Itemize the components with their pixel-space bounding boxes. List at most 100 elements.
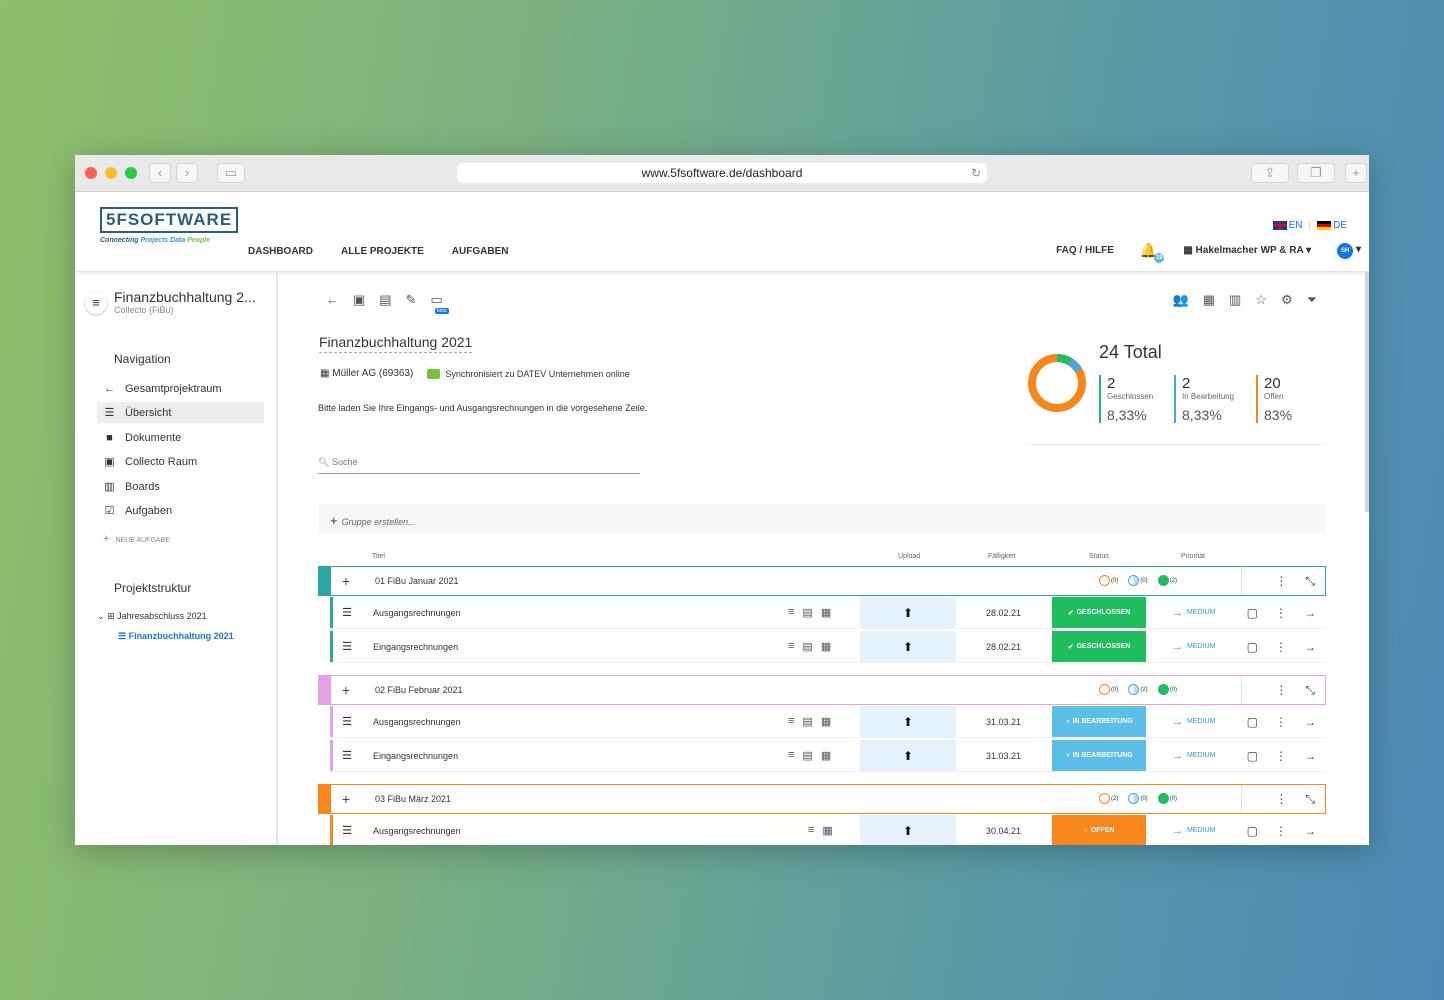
status-badge[interactable]: ◑ IN BEARBEITUNG (1052, 706, 1146, 737)
maximize-window-button[interactable] (125, 167, 137, 179)
sidebar-item-dokumente[interactable]: ■ Dokumente (97, 427, 264, 448)
sidebar-item-collecto-raum[interactable]: ▣ Collecto Raum (97, 451, 264, 472)
hamburger-menu-icon[interactable]: ≡ (85, 292, 107, 314)
company-dropdown[interactable]: ▦ Hakelmacher WP & RA ▾ (1183, 245, 1311, 256)
status-badge[interactable]: ✔ GESCHLOSSEN (1052, 631, 1146, 662)
task-row[interactable]: ☰ Eingangsrechnungen ≡ ▤ ▦ ⬆ 31.03.21 ◑ IN … (330, 740, 1326, 772)
new-task-button[interactable]: + NEUE AUFGABE (103, 533, 170, 545)
faq-link[interactable]: FAQ / HILFE (1056, 245, 1114, 256)
more-vert-icon[interactable]: ⋮ (1275, 715, 1287, 729)
description-icon[interactable]: ≡ (788, 606, 794, 619)
project-title[interactable]: Finanzbuchhaltung 2021 (319, 334, 473, 353)
star-icon[interactable]: ☆ (1255, 292, 1267, 308)
sidebar-item-aufgaben[interactable]: ☑ Aufgaben (97, 500, 264, 521)
room-icon[interactable]: ▣ (353, 292, 365, 308)
open-arrow-icon[interactable]: → (1304, 715, 1316, 729)
user-menu[interactable]: SH ▾ (1337, 242, 1361, 259)
priority[interactable]: → MEDIUM (1172, 825, 1215, 837)
collapse-icon[interactable]: ⤡ (1305, 683, 1315, 698)
collapse-icon[interactable]: ⤡ (1305, 792, 1315, 807)
group-name[interactable]: 02 FiBu Februar 2021 (361, 685, 1325, 695)
calendar-icon[interactable]: ▦ (822, 824, 832, 837)
more-vert-icon[interactable]: ⋮ (1275, 792, 1287, 807)
upload-button[interactable]: ⬆ (860, 740, 956, 771)
task-name[interactable]: Eingangsrechnungen (373, 751, 458, 761)
comment-icon[interactable]: ▢ (1247, 824, 1258, 838)
lang-en[interactable]: EN (1272, 220, 1302, 231)
archive-icon[interactable]: ▥ (1229, 292, 1241, 308)
description-icon[interactable]: ≡ (788, 749, 794, 762)
task-row[interactable]: ☰ Ausgangsrechnungen ≡ ▦ ⬆ 30.04.21 ○ OFFE… (330, 815, 1326, 845)
status-badge[interactable]: ○ OFFEN (1052, 815, 1146, 845)
add-task-icon[interactable]: + (331, 682, 361, 698)
comment-icon[interactable]: ▢ (1247, 749, 1258, 763)
more-vert-icon[interactable]: ⋮ (1275, 606, 1287, 620)
forward-icon[interactable]: › (176, 163, 198, 183)
reload-icon[interactable]: ↻ (971, 163, 981, 183)
description-icon[interactable]: ≡ (788, 715, 794, 728)
priority[interactable]: → MEDIUM (1172, 607, 1215, 619)
calendar-icon[interactable]: ▦ (821, 715, 831, 728)
add-task-icon[interactable]: + (331, 791, 361, 807)
tree-item-parent[interactable]: ⌄ ⊞ Jahresabschluss 2021 (97, 611, 207, 622)
gear-icon[interactable]: ⚙ (1281, 292, 1293, 308)
status-badge[interactable]: ◑ IN BEARBEITUNG (1052, 740, 1146, 771)
sidebar-item-uebersicht[interactable]: ☰ Übersicht (97, 402, 264, 423)
upload-button[interactable]: ⬆ (860, 597, 956, 628)
document-icon[interactable]: ▤ (802, 606, 812, 619)
page-scrollbar[interactable] (1365, 272, 1369, 512)
tabs-icon[interactable]: ❐ (1297, 163, 1335, 183)
logo[interactable]: 5FSOFTWARE Connecting Projects Data Peop… (100, 207, 239, 244)
open-arrow-icon[interactable]: → (1304, 749, 1316, 763)
task-row[interactable]: ☰ Ausgangsrechnungen ≡ ▤ ▦ ⬆ 31.03.21 ◑ IN … (330, 706, 1326, 738)
priority[interactable]: → MEDIUM (1172, 750, 1215, 762)
more-vert-icon[interactable]: ⋮ (1275, 749, 1287, 763)
open-arrow-icon[interactable]: → (1304, 824, 1316, 838)
client-name[interactable]: ▦ Müller AG (69363) (320, 368, 413, 379)
task-row[interactable]: ☰ Eingangsrechnungen ≡ ▤ ▦ ⬆ 28.02.21 ✔ GES… (330, 631, 1326, 663)
status-badge[interactable]: ✔ GESCHLOSSEN (1052, 597, 1146, 628)
calendar-icon[interactable]: ▦ (821, 606, 831, 619)
collapse-icon[interactable]: ⤡ (1305, 574, 1315, 589)
priority[interactable]: → MEDIUM (1172, 716, 1215, 728)
sidebar-toggle-icon[interactable]: ▭ (217, 163, 245, 183)
add-member-icon[interactable]: 👥 (1173, 292, 1189, 308)
tree-item-child[interactable]: ☰ Finanzbuchhaltung 2021 (118, 631, 234, 642)
group-name[interactable]: 01 FiBu Januar 2021 (361, 576, 1325, 586)
more-vert-icon[interactable]: ⋮ (1275, 824, 1287, 838)
document-icon[interactable]: ▤ (802, 749, 812, 762)
priority[interactable]: → MEDIUM (1172, 641, 1215, 653)
documents-icon[interactable]: ▤ (379, 292, 391, 308)
more-vert-icon[interactable]: ⋮ (1275, 683, 1287, 698)
nav-alle-projekte[interactable]: ALLE PROJEKTE (341, 246, 424, 257)
description-icon[interactable]: ≡ (788, 640, 794, 653)
search-input[interactable]: 🔍︎ Suche (318, 457, 640, 474)
group-name[interactable]: 03 FiBu März 2021 (361, 794, 1325, 804)
sidebar-item-gesamtprojektraum[interactable]: ← Gesamtprojektraum (97, 378, 264, 399)
comment-icon[interactable]: ▢ (1247, 606, 1258, 620)
comment-icon[interactable]: ▢ (1247, 640, 1258, 654)
filter-icon[interactable]: ⏷ (1307, 292, 1317, 308)
close-window-button[interactable] (85, 167, 97, 179)
document-icon[interactable]: ▤ (802, 715, 812, 728)
nav-aufgaben[interactable]: AUFGABEN (452, 246, 509, 257)
open-arrow-icon[interactable]: → (1304, 606, 1316, 620)
calendar-icon[interactable]: ▦ (821, 640, 831, 653)
url-bar[interactable]: www.5fsoftware.de/dashboard ↻ (457, 163, 987, 183)
more-vert-icon[interactable]: ⋮ (1275, 574, 1287, 589)
excel-export-icon[interactable]: ▦ (1203, 292, 1215, 308)
task-name[interactable]: Ausgangsrechnungen (373, 608, 461, 618)
calendar-icon[interactable]: ▦ (821, 749, 831, 762)
task-name[interactable]: Ausgangsrechnungen (373, 717, 461, 727)
task-row[interactable]: ☰ Ausgangsrechnungen ≡ ▤ ▦ ⬆ 28.02.21 ✔ GES… (330, 597, 1326, 629)
back-arrow-icon[interactable]: ← (326, 292, 339, 308)
description-icon[interactable]: ≡ (808, 824, 814, 837)
nav-dashboard[interactable]: DASHBOARD (248, 246, 313, 257)
edit-icon[interactable]: ✎ (406, 292, 417, 308)
new-tab-icon[interactable]: + (1345, 163, 1367, 183)
bell-icon[interactable]: 🔔 19 (1140, 242, 1165, 263)
back-icon[interactable]: ‹ (149, 163, 171, 183)
create-group-button[interactable]: + Gruppe erstellen... (318, 504, 1326, 534)
document-icon[interactable]: ▤ (802, 640, 812, 653)
add-task-icon[interactable]: + (331, 573, 361, 589)
